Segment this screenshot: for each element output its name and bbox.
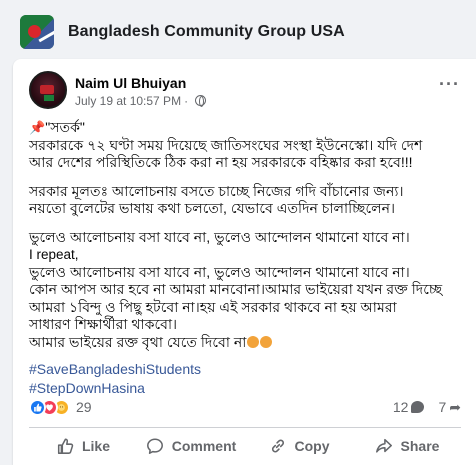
copy-label: Copy	[294, 438, 330, 454]
comments-count[interactable]: 12	[393, 399, 409, 415]
like-label: Like	[81, 438, 110, 454]
post-timestamp[interactable]: July 19 at 10:57 PM ·	[75, 93, 207, 108]
thumbs-up-icon	[57, 438, 74, 454]
divider	[29, 427, 461, 428]
post-card: Naim Ul Bhuiyan July 19 at 10:57 PM · ··…	[13, 59, 476, 465]
post-body: 📌"সতর্ক" সরকারকে ৭২ ঘণ্টা সময় দিয়েছে জ…	[29, 119, 467, 398]
share-button[interactable]: Share	[353, 429, 461, 463]
comment-label: Comment	[171, 438, 237, 454]
post-last-line: আমার ভাইয়ের রক্ত বৃথা যেতে দিবো না	[29, 333, 247, 350]
fist-emoji-icon	[260, 335, 273, 348]
comment-icon	[146, 438, 163, 454]
group-header: Bangladesh Community Group USA	[0, 0, 476, 64]
post-author-row: Naim Ul Bhuiyan July 19 at 10:57 PM ·	[29, 71, 207, 111]
post-actions: Like Comment Copy Share	[29, 429, 461, 463]
repeat-label: I repeat,	[29, 247, 79, 262]
hashtag-link[interactable]: #StepDownHasina	[29, 379, 467, 398]
more-options-icon[interactable]: ···	[439, 75, 460, 93]
post-paragraph: সরকারকে ৭২ ঘণ্টা সময় দিয়েছে জাতিসংঘের …	[29, 136, 423, 171]
post-paragraph: ভুলেও আলোচনায় বসা যাবে না, ভুলেও আন্দোল…	[29, 228, 410, 245]
separator: ·	[184, 93, 189, 108]
like-button[interactable]: Like	[29, 429, 137, 463]
reactions-row: 29 12 7 ➦	[29, 397, 461, 417]
author-avatar[interactable]	[29, 71, 67, 109]
shares-count[interactable]: 7	[438, 399, 446, 415]
hashtag-link[interactable]: #SaveBangladeshiStudents	[29, 360, 467, 379]
author-name[interactable]: Naim Ul Bhuiyan	[75, 75, 206, 91]
globe-icon	[195, 95, 207, 107]
group-thumbnail[interactable]	[20, 15, 54, 49]
post-paragraph: ভুলেও আলোচনায় বসা যাবে না, ভুলেও আন্দোল…	[29, 263, 443, 333]
pushpin-icon: 📌	[29, 120, 46, 135]
share-icon	[375, 438, 392, 453]
hashtags: #SaveBangladeshiStudents #StepDownHasina	[29, 360, 467, 398]
reactions-count[interactable]: 29	[76, 399, 92, 415]
share-label: Share	[400, 438, 440, 454]
copy-button[interactable]: Copy	[245, 429, 353, 463]
post-timestamp-text[interactable]: July 19 at 10:57 PM	[75, 94, 181, 108]
like-reaction-icon[interactable]	[29, 398, 46, 416]
comment-bubble-icon[interactable]	[411, 401, 425, 413]
share-arrow-icon[interactable]: ➦	[449, 399, 461, 416]
post-title-line: "সতর্ক"	[45, 119, 85, 135]
comment-button[interactable]: Comment	[137, 429, 245, 463]
group-name[interactable]: Bangladesh Community Group USA	[68, 23, 345, 41]
post-paragraph: সরকার মূলতঃ আলোচনায় বসতে চাচ্ছে নিজের গ…	[29, 182, 404, 217]
fist-emoji-icon	[247, 335, 260, 348]
copy-link-icon	[271, 439, 284, 453]
